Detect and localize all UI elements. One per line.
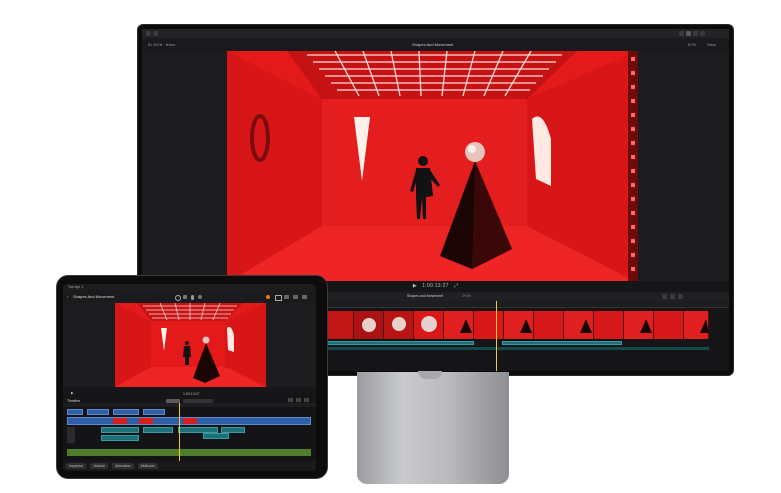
zoom-icon[interactable] — [304, 398, 309, 402]
connected-audio-clip[interactable] — [143, 427, 173, 433]
status-date: Tue Apr 1 — [68, 285, 84, 289]
snapping-icon[interactable] — [662, 294, 667, 299]
settings-icon[interactable] — [302, 295, 307, 299]
media-icon[interactable] — [153, 31, 158, 36]
clip-thumbnail — [113, 418, 127, 424]
audio-skimming-icon[interactable] — [678, 294, 683, 299]
connected-audio-clip[interactable] — [221, 427, 245, 433]
connected-audio-clip[interactable] — [101, 427, 139, 433]
back-icon[interactable]: ‹ — [67, 291, 68, 303]
audio-icon[interactable] — [296, 398, 301, 402]
library-icon[interactable] — [146, 31, 151, 36]
skimming-icon[interactable] — [670, 294, 675, 299]
timeline-project-name: Shapes and Movement — [407, 294, 443, 298]
animation-tab[interactable]: Animation — [112, 463, 134, 469]
play-icon[interactable]: ▶ — [71, 391, 74, 395]
view-menu[interactable]: View — [707, 38, 716, 51]
ipad-playback-controls: ▶ 1:00:13:27 Timeline — [63, 387, 316, 403]
inspector-icon[interactable] — [686, 31, 691, 36]
library-info: ID 4578 · Ienes — [148, 42, 176, 47]
zoom-level[interactable]: 67% — [688, 38, 696, 51]
window-toolbar — [142, 29, 729, 38]
audio-waveform-lane[interactable] — [324, 347, 709, 350]
layout-icon[interactable] — [679, 31, 684, 36]
connected-clip[interactable] — [67, 409, 83, 415]
share-icon[interactable] — [700, 31, 705, 36]
connected-audio-clip[interactable] — [324, 341, 474, 345]
share-icon[interactable] — [275, 295, 282, 301]
red-room-scene — [227, 51, 638, 283]
snapping-icon[interactable] — [288, 398, 293, 402]
timecode: 1:00:13:27 — [183, 392, 200, 396]
inspector-tab[interactable]: Inspector — [66, 463, 87, 469]
project-title[interactable]: Shapes And Movement — [73, 291, 114, 303]
play-icon[interactable]: ▶ — [413, 283, 417, 289]
ipad-timeline[interactable] — [63, 403, 316, 461]
connected-audio-clip[interactable] — [101, 435, 139, 441]
connected-clip[interactable] — [113, 409, 139, 415]
music-audio-clip[interactable] — [67, 449, 311, 456]
photos-icon[interactable] — [183, 295, 187, 299]
timeline-toggle-icon[interactable] — [693, 31, 698, 36]
ipad-viewer-frame[interactable] — [115, 303, 266, 387]
clip-thumbnail — [139, 418, 153, 424]
record-icon[interactable] — [266, 295, 270, 299]
connected-audio-clip[interactable] — [203, 433, 229, 439]
playhead[interactable] — [496, 301, 497, 371]
viewer-video-frame[interactable] — [227, 51, 638, 283]
connected-clip[interactable] — [143, 409, 165, 415]
connected-clip[interactable] — [87, 409, 109, 415]
volume-tab[interactable]: Volume — [90, 463, 109, 469]
camera-icon[interactable] — [175, 295, 181, 301]
clip-placeholder[interactable] — [67, 427, 75, 443]
ipad-status-bar: Tue Apr 1 — [63, 284, 316, 291]
red-room-scene — [115, 303, 266, 387]
multicam-tab[interactable]: Multicam — [137, 463, 158, 469]
inspector-icon[interactable] — [293, 295, 298, 299]
timecode: 1:00:13:27 — [422, 283, 449, 289]
voiceover-icon[interactable] — [198, 295, 202, 299]
timeline-ruler[interactable] — [63, 403, 316, 407]
final-cut-pro-ipad: Tue Apr 1 ‹ Shapes And Movement ▶ 1:00:1… — [63, 284, 316, 471]
mic-icon[interactable] — [191, 295, 194, 300]
filmstrip-details — [362, 316, 709, 333]
playhead[interactable] — [179, 403, 180, 461]
clip-thumbnail — [183, 418, 197, 424]
viewer-title: Shapes And Movement — [412, 42, 454, 47]
ipad-bottom-bar: Inspector Volume Animation Multicam — [63, 461, 316, 471]
layout-icon[interactable] — [284, 295, 289, 299]
timeline-duration: 29:09 — [462, 294, 471, 298]
fullscreen-icon[interactable]: ⤢ — [454, 283, 458, 289]
ipad-toolbar: ‹ Shapes And Movement — [63, 291, 316, 303]
monitor-stand — [357, 372, 509, 484]
connected-audio-clip[interactable] — [502, 341, 622, 345]
viewer-header: ID 4578 · Ienes Shapes And Movement 67% … — [142, 38, 729, 51]
